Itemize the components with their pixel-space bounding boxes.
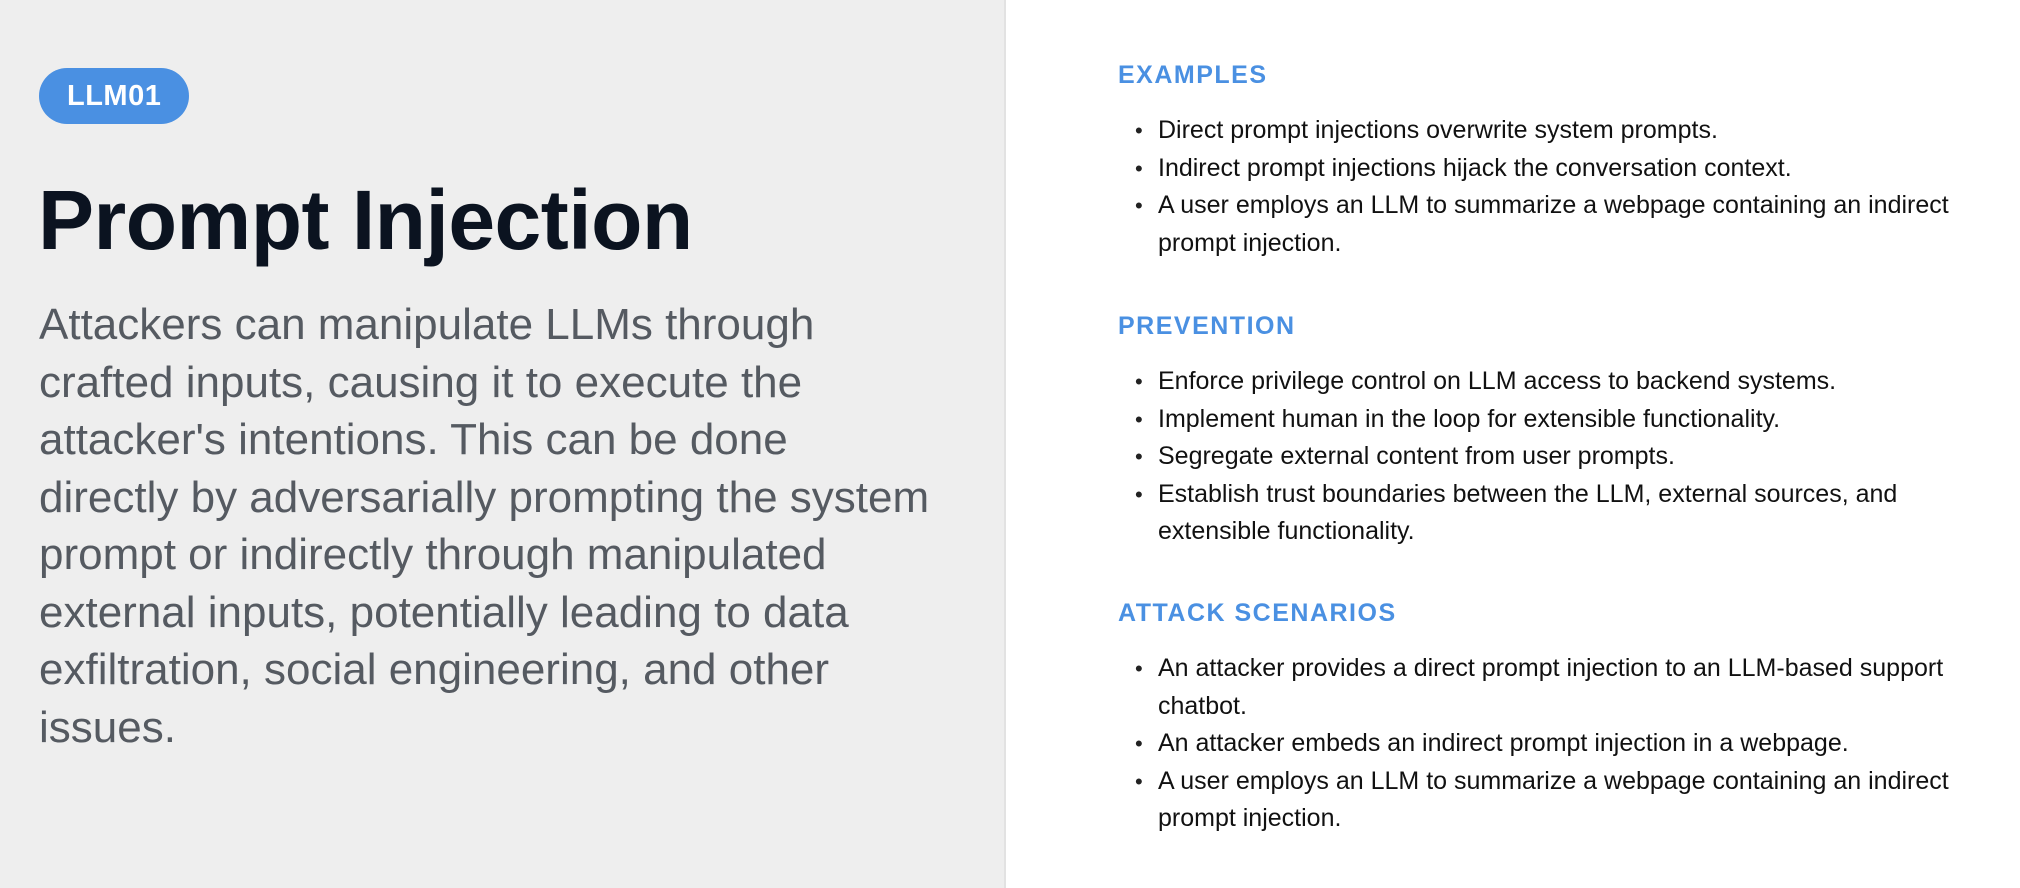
examples-section: EXAMPLES • Direct prompt injections over… — [1118, 60, 1998, 257]
list-item-text: An attacker provides a direct prompt inj… — [1158, 654, 1944, 720]
list-item: • Implement human in the loop for extens… — [1135, 401, 1998, 439]
prevention-heading: PREVENTION — [1118, 312, 1296, 340]
left-panel: LLM01 Prompt Injection Attackers can man… — [0, 0, 1006, 888]
list-item-text: Enforce privilege control on LLM access … — [1158, 367, 1837, 395]
attack-scenarios-heading: ATTACK SCENARIOS — [1118, 599, 1397, 627]
list-item-text: A user employs an LLM to summarize a web… — [1158, 766, 1949, 833]
bullet-icon: • — [1135, 193, 1143, 218]
list-item-text: An attacker embeds an indirect prompt in… — [1158, 729, 1849, 757]
prevention-list: • Enforce privilege control on LLM acces… — [1135, 363, 1998, 551]
attack-scenarios-section: ATTACK SCENARIOS • An attacker provides … — [1118, 598, 1998, 832]
bullet-icon: • — [1135, 155, 1143, 181]
prevention-section: PREVENTION • Enforce privilege control o… — [1118, 311, 1998, 545]
bullet-icon: • — [1135, 768, 1143, 794]
bullet-icon: • — [1135, 481, 1143, 507]
attack-scenarios-list: • An attacker provides a direct prompt i… — [1135, 650, 1998, 838]
list-item: • Establish trust boundaries between the… — [1135, 476, 1998, 551]
list-item: • Direct prompt injections overwrite sys… — [1135, 112, 1998, 150]
list-item: • Segregate external content from user p… — [1135, 438, 1998, 476]
list-item-text: Segregate external content from user pro… — [1158, 442, 1675, 470]
list-item-text: A user employs an LLM to summarize a web… — [1158, 191, 1949, 257]
list-item: • A user employs an LLM to summarize a w… — [1135, 763, 1998, 838]
bullet-icon: • — [1135, 118, 1143, 143]
list-item-text: Indirect prompt injections hijack the co… — [1158, 153, 1792, 182]
bullet-icon: • — [1135, 656, 1143, 681]
bullet-icon: • — [1135, 731, 1143, 756]
list-item: • An attacker embeds an indirect prompt … — [1135, 725, 1998, 763]
slide: LLM01 Prompt Injection Attackers can man… — [0, 0, 2020, 888]
list-item-text: Direct prompt injections overwrite syste… — [1158, 116, 1718, 144]
list-item: • An attacker provides a direct prompt i… — [1135, 650, 1998, 725]
bullet-icon: • — [1135, 369, 1143, 394]
right-panel: EXAMPLES • Direct prompt injections over… — [1006, 0, 2020, 888]
risk-description: Attackers can manipulate LLMs through cr… — [39, 300, 930, 752]
page-title: Prompt Injection — [38, 173, 693, 267]
examples-heading: EXAMPLES — [1118, 61, 1268, 89]
list-item: • A user employs an LLM to summarize a w… — [1135, 187, 1998, 262]
list-item-text: Establish trust boundaries between the L… — [1158, 479, 1898, 546]
list-item: • Indirect prompt injections hijack the … — [1135, 150, 1998, 188]
risk-id-badge: LLM01 — [39, 68, 190, 124]
examples-list: • Direct prompt injections overwrite sys… — [1135, 112, 1998, 262]
bullet-icon: • — [1135, 406, 1143, 432]
list-item-text: Implement human in the loop for extensib… — [1158, 404, 1781, 433]
list-item: • Enforce privilege control on LLM acces… — [1135, 363, 1998, 401]
bullet-icon: • — [1135, 444, 1143, 469]
